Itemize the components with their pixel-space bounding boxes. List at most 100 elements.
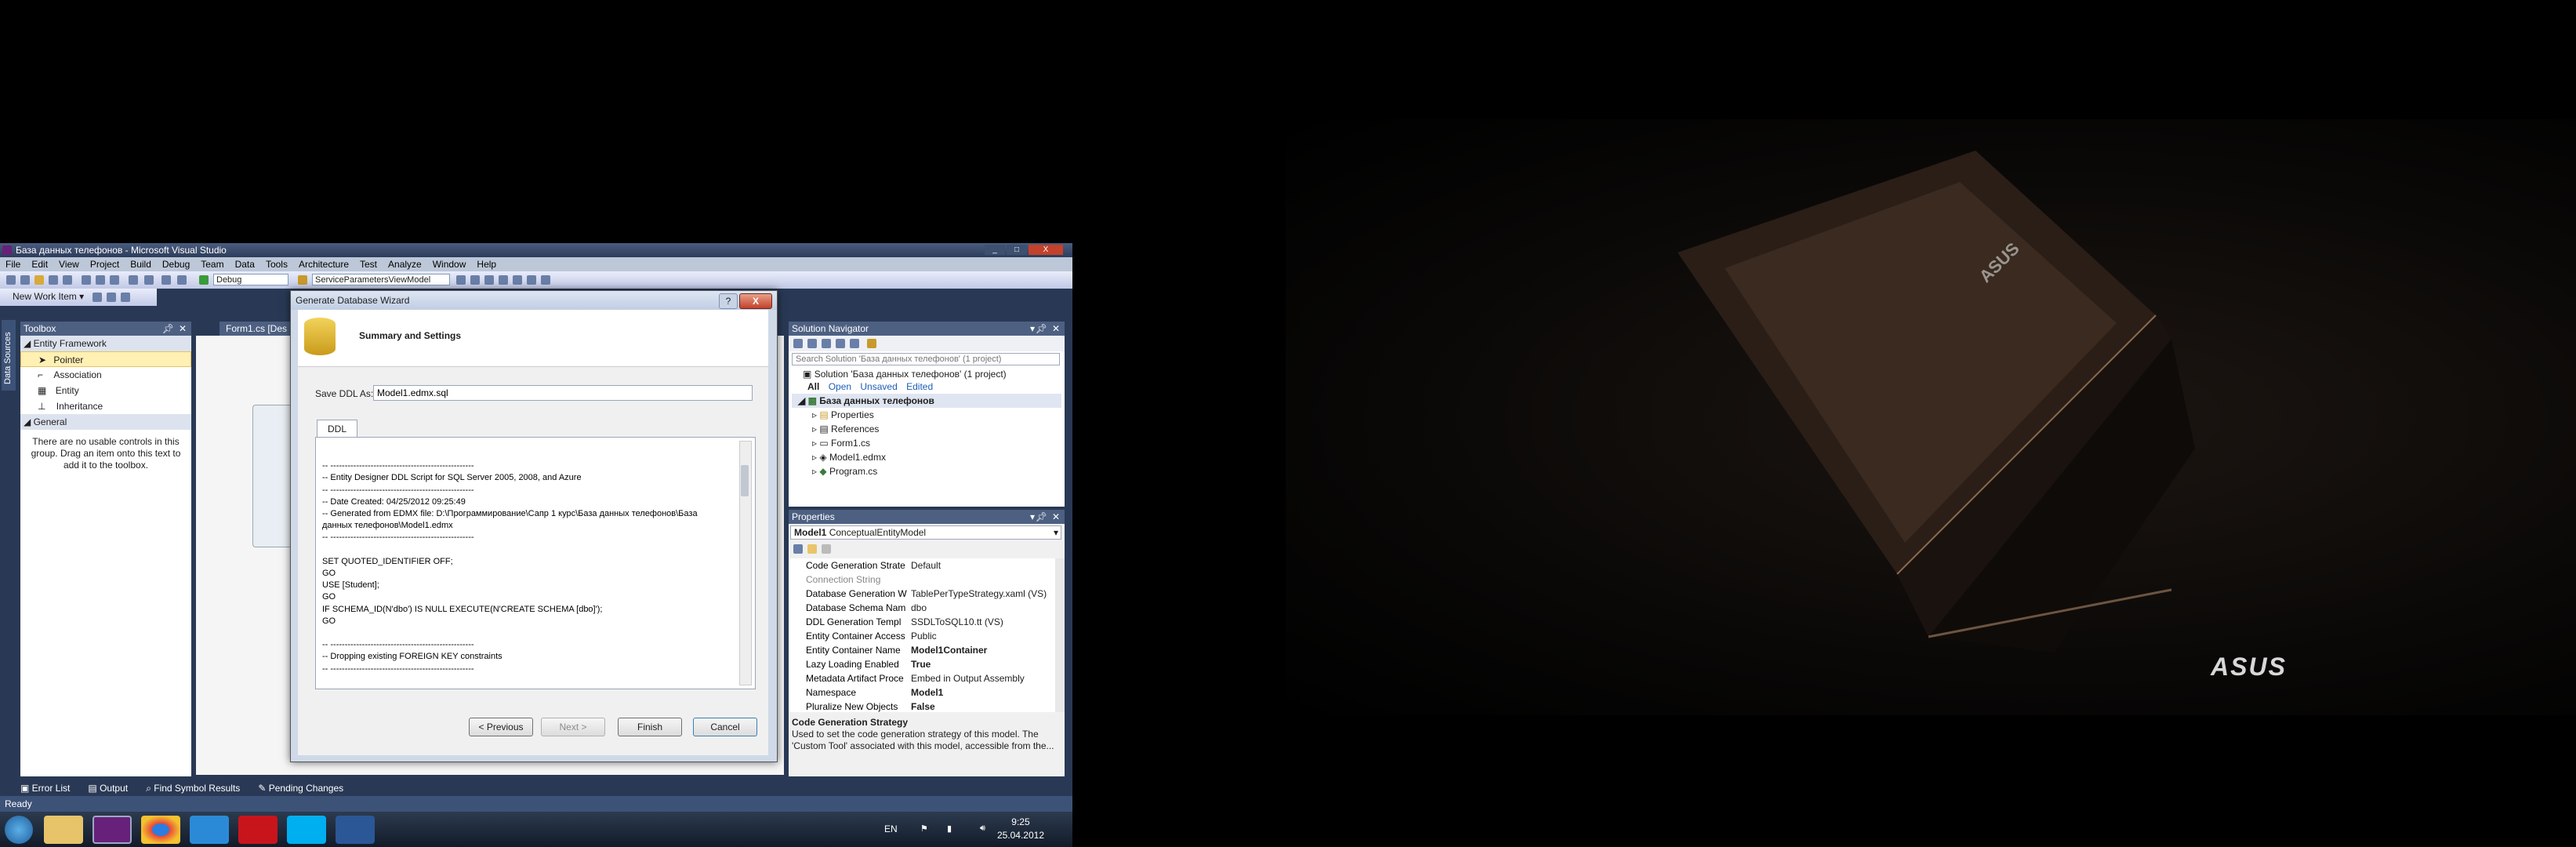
menu-team[interactable]: Team [195,257,229,271]
help-button[interactable]: ? [719,293,738,309]
copy-icon[interactable] [96,275,105,285]
find-combo[interactable]: ServiceParametersViewModel [312,274,450,285]
prop-row[interactable]: Code Generation Strate Default [789,558,1055,573]
menu-build[interactable]: Build [125,257,157,271]
toolbox-icon[interactable] [513,275,522,285]
open-icon[interactable] [34,275,44,285]
filter-open[interactable]: Open [829,381,851,392]
tab-output[interactable]: ▤ Output [88,781,136,795]
word-icon[interactable] [336,816,375,844]
dialog-close-button[interactable]: X [739,293,772,309]
undo-icon[interactable] [129,275,138,285]
extension-manager-icon[interactable] [541,275,550,285]
chrome-icon[interactable] [141,816,180,844]
prop-row[interactable]: Namespace Model1 [789,685,1055,700]
pin-icon[interactable]: 📌︎ [1036,510,1047,524]
find-icon[interactable] [298,275,307,285]
solution-explorer-icon[interactable] [470,275,480,285]
navigate-forward-icon[interactable] [177,275,187,285]
menu-data[interactable]: Data [230,257,260,271]
menu-file[interactable]: File [0,257,26,271]
tab-error-list[interactable]: ▣ Error List [20,781,78,795]
menu-test[interactable]: Test [354,257,383,271]
new-project-icon[interactable] [6,275,16,285]
menu-tools[interactable]: Tools [260,257,293,271]
find-in-files-icon[interactable] [456,275,466,285]
filter-edited[interactable]: Edited [906,381,933,392]
toolbox-item-entity[interactable]: ▦ Entity [20,383,191,398]
toolbox-item-inheritance[interactable]: ⊥ Inheritance [20,398,191,414]
prop-row[interactable]: Pluralize New Objects False [789,700,1055,712]
new-work-item-button[interactable]: New Work Item ▾ [13,291,84,302]
pin-icon[interactable]: 📌︎ [162,322,174,336]
prop-row[interactable]: Database Schema Nam dbo [789,601,1055,615]
next-button[interactable]: Next > [541,718,605,736]
add-item-icon[interactable] [20,275,30,285]
prop-row[interactable]: Entity Container Name Model1Container [789,643,1055,657]
tab-pending-changes[interactable]: ✎ Pending Changes [258,781,351,795]
prop-row[interactable]: Lazy Loading Enabled True [789,657,1055,671]
save-ddl-input[interactable] [373,385,753,401]
start-button[interactable] [5,816,33,844]
menu-project[interactable]: Project [85,257,125,271]
prop-row[interactable]: Metadata Artifact Proce Embed in Output A… [789,671,1055,685]
save-icon[interactable] [49,275,58,285]
navigate-back-icon[interactable] [161,275,171,285]
close-icon[interactable]: ✕ [1052,510,1060,524]
filter-unsaved[interactable]: Unsaved [860,381,897,392]
filter-all[interactable]: All [807,381,819,392]
save-all-icon[interactable] [63,275,72,285]
volume-icon[interactable]: 🔊︎ [980,823,985,834]
add-query-icon[interactable] [93,293,102,302]
show-all-icon[interactable] [836,339,845,348]
tree-item-form1[interactable]: ▹ ▭ Form1.cs [812,436,870,450]
start-debug-icon[interactable] [199,275,209,285]
ddl-preview[interactable]: -- -------------------------------------… [315,437,756,689]
menu-architecture[interactable]: Architecture [293,257,354,271]
menu-view[interactable]: View [53,257,85,271]
clock[interactable]: 9:25 25.04.2012 [997,816,1044,842]
refresh-icon[interactable] [850,339,859,348]
alphabetical-icon[interactable] [807,544,817,554]
pin-icon[interactable]: 📌︎ [1036,322,1047,336]
language-indicator[interactable]: EN [884,823,898,834]
menu-window[interactable]: Window [427,257,472,271]
redo-icon[interactable] [144,275,154,285]
scrollbar-thumb[interactable] [741,465,749,496]
previous-button[interactable]: < Previous [469,718,533,736]
prop-row[interactable]: Entity Container Access Public [789,629,1055,643]
menu-edit[interactable]: Edit [26,257,53,271]
dropdown-icon[interactable]: ▾ [1030,510,1035,524]
menu-debug[interactable]: Debug [157,257,195,271]
project-node[interactable]: ◢ ▩ База данных телефонов [792,394,1061,408]
object-browser-icon[interactable] [499,275,508,285]
prop-row[interactable]: DDL Generation Templ SSDLToSQL10.tt (VS) [789,615,1055,629]
tree-item-program[interactable]: ▹ ◆ Program.cs [812,464,877,478]
categorized-icon[interactable] [793,544,803,554]
acrobat-icon[interactable] [238,816,278,844]
visual-studio-icon[interactable] [93,816,132,844]
toolbox-category-entity-framework[interactable]: ◢ Entity Framework [20,336,191,351]
cancel-button[interactable]: Cancel [693,718,757,736]
property-grid-scrollbar[interactable] [1055,558,1065,712]
tree-item-references[interactable]: ▹ ▤ References [812,422,879,436]
explorer-icon[interactable] [44,816,83,844]
property-pages-icon[interactable] [822,544,831,554]
tab-ddl[interactable]: DDL [317,420,357,438]
properties-icon[interactable] [484,275,494,285]
toolbox-item-association[interactable]: ⌐ Association [20,367,191,383]
tree-item-properties[interactable]: ▹ ▤ Properties [812,408,874,422]
refresh-icon[interactable] [107,293,116,302]
prop-row[interactable]: Database Generation W TablePerTypeStrateg… [789,587,1055,601]
toolbox-item-pointer[interactable]: ➤ Pointer [20,351,191,367]
minimize-button[interactable]: _ [985,245,1005,255]
network-icon[interactable]: ▮ [947,823,952,834]
solution-config-select[interactable]: Debug [213,274,288,285]
close-icon[interactable]: ✕ [1052,322,1060,336]
prop-row[interactable]: Connection String [789,573,1055,587]
menu-analyze[interactable]: Analyze [383,257,427,271]
back-icon[interactable] [793,339,803,348]
cut-icon[interactable] [82,275,91,285]
solnav-search-input[interactable] [792,353,1060,365]
settings-icon[interactable] [867,339,876,348]
